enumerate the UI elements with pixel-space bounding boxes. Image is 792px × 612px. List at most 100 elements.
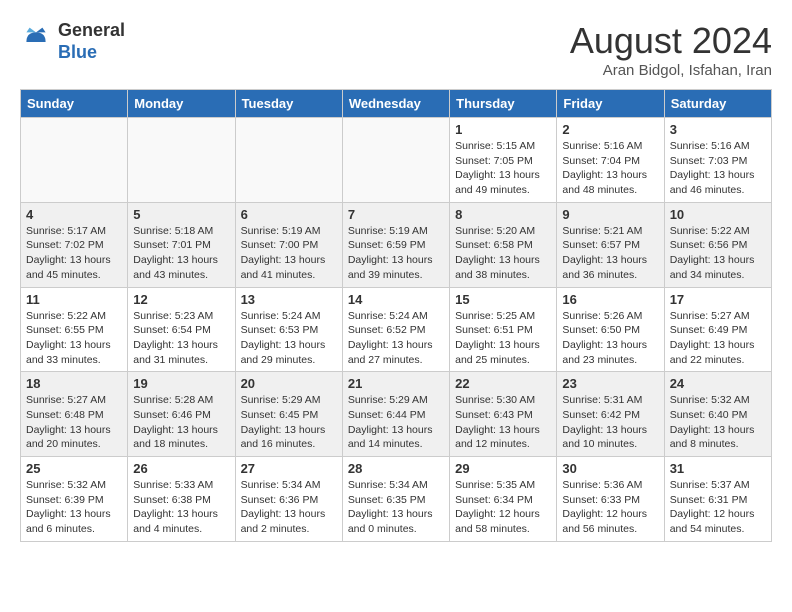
day-number: 20 <box>241 376 337 391</box>
day-number: 29 <box>455 461 551 476</box>
day-info: Sunrise: 5:17 AMSunset: 7:02 PMDaylight:… <box>26 224 122 283</box>
day-number: 31 <box>670 461 766 476</box>
day-info: Sunrise: 5:29 AMSunset: 6:44 PMDaylight:… <box>348 393 444 452</box>
day-info: Sunrise: 5:16 AMSunset: 7:03 PMDaylight:… <box>670 139 766 198</box>
day-info: Sunrise: 5:29 AMSunset: 6:45 PMDaylight:… <box>241 393 337 452</box>
weekday-header-saturday: Saturday <box>664 90 771 118</box>
day-number: 6 <box>241 207 337 222</box>
logo-general-text: General <box>58 20 125 42</box>
calendar-cell: 15 Sunrise: 5:25 AMSunset: 6:51 PMDayligh… <box>450 287 557 372</box>
calendar-cell: 14Sunrise: 5:24 AMSunset: 6:52 PMDayligh… <box>342 287 449 372</box>
calendar-cell: 26Sunrise: 5:33 AMSunset: 6:38 PMDayligh… <box>128 457 235 542</box>
calendar-cell: 12 Sunrise: 5:23 AMSunset: 6:54 PMDayligh… <box>128 287 235 372</box>
day-number: 11 <box>26 292 122 307</box>
day-info: Sunrise: 5:34 AMSunset: 6:35 PMDaylight:… <box>348 478 444 537</box>
calendar-cell <box>235 118 342 203</box>
day-number: 8 <box>455 207 551 222</box>
calendar-cell: 4Sunrise: 5:17 AMSunset: 7:02 PMDaylight… <box>21 202 128 287</box>
day-info: Sunrise: 5:25 AMSunset: 6:51 PMDaylight:… <box>455 309 551 368</box>
day-number: 10 <box>670 207 766 222</box>
day-info: Sunrise: 5:35 AMSunset: 6:34 PMDaylight:… <box>455 478 551 537</box>
calendar-cell <box>128 118 235 203</box>
location-text: Aran Bidgol, Isfahan, Iran <box>570 62 772 79</box>
calendar-cell: 19 Sunrise: 5:28 AMSunset: 6:46 PMDayligh… <box>128 372 235 457</box>
day-info: Sunrise: 5:31 AMSunset: 6:42 PMDaylight:… <box>562 393 658 452</box>
calendar-cell: 9Sunrise: 5:21 AMSunset: 6:57 PMDaylight… <box>557 202 664 287</box>
calendar-cell: 25 Sunrise: 5:32 AMSunset: 6:39 PMDayligh… <box>21 457 128 542</box>
calendar-cell: 31 Sunrise: 5:37 AMSunset: 6:31 PMDayligh… <box>664 457 771 542</box>
week-row-4: 18 Sunrise: 5:27 AMSunset: 6:48 PMDayligh… <box>21 372 772 457</box>
day-number: 1 <box>455 122 551 137</box>
day-info: Sunrise: 5:16 AMSunset: 7:04 PMDaylight:… <box>562 139 658 198</box>
day-info: Sunrise: 5:32 AMSunset: 6:40 PMDaylight:… <box>670 393 766 452</box>
calendar-cell: 20 Sunrise: 5:29 AMSunset: 6:45 PMDayligh… <box>235 372 342 457</box>
day-number: 26 <box>133 461 229 476</box>
calendar-cell: 2 Sunrise: 5:16 AMSunset: 7:04 PMDaylight… <box>557 118 664 203</box>
day-number: 25 <box>26 461 122 476</box>
day-number: 22 <box>455 376 551 391</box>
day-info: Sunrise: 5:20 AMSunset: 6:58 PMDaylight:… <box>455 224 551 283</box>
calendar-cell: 7Sunrise: 5:19 AMSunset: 6:59 PMDaylight… <box>342 202 449 287</box>
week-row-3: 11 Sunrise: 5:22 AMSunset: 6:55 PMDayligh… <box>21 287 772 372</box>
day-info: Sunrise: 5:22 AMSunset: 6:55 PMDaylight:… <box>26 309 122 368</box>
calendar-cell: 29 Sunrise: 5:35 AMSunset: 6:34 PMDayligh… <box>450 457 557 542</box>
day-number: 13 <box>241 292 337 307</box>
calendar-cell: 10 Sunrise: 5:22 AMSunset: 6:56 PMDayligh… <box>664 202 771 287</box>
day-info: Sunrise: 5:27 AMSunset: 6:49 PMDaylight:… <box>670 309 766 368</box>
calendar-cell: 13 Sunrise: 5:24 AMSunset: 6:53 PMDayligh… <box>235 287 342 372</box>
day-number: 17 <box>670 292 766 307</box>
calendar-cell: 24 Sunrise: 5:32 AMSunset: 6:40 PMDayligh… <box>664 372 771 457</box>
weekday-header-friday: Friday <box>557 90 664 118</box>
weekday-header-row: SundayMondayTuesdayWednesdayThursdayFrid… <box>21 90 772 118</box>
day-info: Sunrise: 5:24 AMSunset: 6:53 PMDaylight:… <box>241 309 337 368</box>
day-info: Sunrise: 5:22 AMSunset: 6:56 PMDaylight:… <box>670 224 766 283</box>
calendar-cell: 22Sunrise: 5:30 AMSunset: 6:43 PMDayligh… <box>450 372 557 457</box>
calendar-cell: 30Sunrise: 5:36 AMSunset: 6:33 PMDayligh… <box>557 457 664 542</box>
calendar-cell: 18 Sunrise: 5:27 AMSunset: 6:48 PMDayligh… <box>21 372 128 457</box>
day-number: 14 <box>348 292 444 307</box>
day-info: Sunrise: 5:28 AMSunset: 6:46 PMDaylight:… <box>133 393 229 452</box>
day-number: 23 <box>562 376 658 391</box>
calendar-cell: 3 Sunrise: 5:16 AMSunset: 7:03 PMDaylight… <box>664 118 771 203</box>
day-info: Sunrise: 5:37 AMSunset: 6:31 PMDaylight:… <box>670 478 766 537</box>
week-row-2: 4Sunrise: 5:17 AMSunset: 7:02 PMDaylight… <box>21 202 772 287</box>
logo-icon <box>20 26 52 58</box>
day-info: Sunrise: 5:19 AMSunset: 7:00 PMDaylight:… <box>241 224 337 283</box>
calendar-cell: 21Sunrise: 5:29 AMSunset: 6:44 PMDayligh… <box>342 372 449 457</box>
day-info: Sunrise: 5:27 AMSunset: 6:48 PMDaylight:… <box>26 393 122 452</box>
day-info: Sunrise: 5:18 AMSunset: 7:01 PMDaylight:… <box>133 224 229 283</box>
day-number: 24 <box>670 376 766 391</box>
calendar-cell: 1 Sunrise: 5:15 AMSunset: 7:05 PMDaylight… <box>450 118 557 203</box>
weekday-header-monday: Monday <box>128 90 235 118</box>
day-number: 2 <box>562 122 658 137</box>
month-title: August 2024 <box>570 20 772 62</box>
weekday-header-wednesday: Wednesday <box>342 90 449 118</box>
weekday-header-sunday: Sunday <box>21 90 128 118</box>
weekday-header-tuesday: Tuesday <box>235 90 342 118</box>
day-info: Sunrise: 5:32 AMSunset: 6:39 PMDaylight:… <box>26 478 122 537</box>
day-info: Sunrise: 5:26 AMSunset: 6:50 PMDaylight:… <box>562 309 658 368</box>
calendar-cell: 28Sunrise: 5:34 AMSunset: 6:35 PMDayligh… <box>342 457 449 542</box>
day-info: Sunrise: 5:19 AMSunset: 6:59 PMDaylight:… <box>348 224 444 283</box>
day-number: 12 <box>133 292 229 307</box>
day-number: 15 <box>455 292 551 307</box>
logo-text: General Blue <box>58 20 125 63</box>
week-row-1: 1 Sunrise: 5:15 AMSunset: 7:05 PMDaylight… <box>21 118 772 203</box>
week-row-5: 25 Sunrise: 5:32 AMSunset: 6:39 PMDayligh… <box>21 457 772 542</box>
day-info: Sunrise: 5:15 AMSunset: 7:05 PMDaylight:… <box>455 139 551 198</box>
day-number: 19 <box>133 376 229 391</box>
day-number: 16 <box>562 292 658 307</box>
day-info: Sunrise: 5:34 AMSunset: 6:36 PMDaylight:… <box>241 478 337 537</box>
calendar-cell: 8 Sunrise: 5:20 AMSunset: 6:58 PMDaylight… <box>450 202 557 287</box>
day-number: 3 <box>670 122 766 137</box>
calendar-cell: 23 Sunrise: 5:31 AMSunset: 6:42 PMDayligh… <box>557 372 664 457</box>
weekday-header-thursday: Thursday <box>450 90 557 118</box>
calendar-cell: 11 Sunrise: 5:22 AMSunset: 6:55 PMDayligh… <box>21 287 128 372</box>
page-header: General Blue August 2024 Aran Bidgol, Is… <box>20 20 772 79</box>
day-number: 9 <box>562 207 658 222</box>
day-number: 18 <box>26 376 122 391</box>
logo-blue-text: Blue <box>58 42 125 64</box>
calendar-cell: 5Sunrise: 5:18 AMSunset: 7:01 PMDaylight… <box>128 202 235 287</box>
calendar-table: SundayMondayTuesdayWednesdayThursdayFrid… <box>20 89 772 542</box>
day-info: Sunrise: 5:23 AMSunset: 6:54 PMDaylight:… <box>133 309 229 368</box>
